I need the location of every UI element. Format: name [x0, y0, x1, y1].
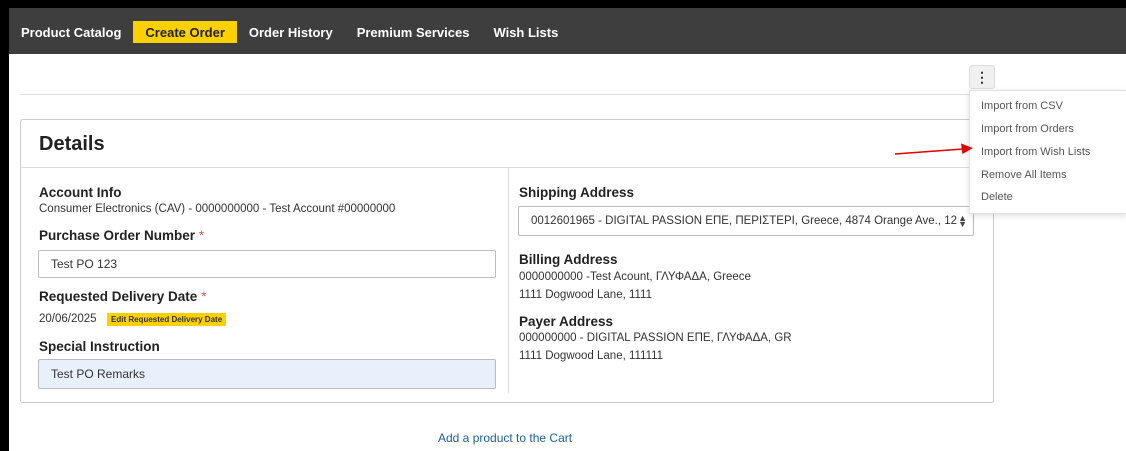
- edit-delivery-date-button[interactable]: Edit Requested Delivery Date: [107, 313, 227, 326]
- nav-order-history[interactable]: Order History: [237, 21, 345, 43]
- details-card: Details Account Info Consumer Electronic…: [20, 119, 994, 403]
- payer-address-label: Payer Address: [519, 314, 614, 329]
- top-border: [0, 0, 1126, 8]
- menu-import-orders[interactable]: Import from Orders: [981, 123, 1074, 135]
- delivery-date-label-text: Requested Delivery Date: [39, 289, 198, 304]
- shipping-address-label: Shipping Address: [519, 185, 635, 200]
- delivery-date-label: Requested Delivery Date *: [39, 289, 206, 304]
- required-mark: *: [198, 228, 205, 243]
- payer-address-line2: 1111 Dogwood Lane, 111111: [519, 350, 664, 362]
- nav-wish-lists[interactable]: Wish Lists: [481, 21, 570, 43]
- billing-address-label: Billing Address: [519, 252, 618, 267]
- account-info-value: Consumer Electronics (CAV) - 0000000000 …: [39, 203, 396, 215]
- nav-product-catalog[interactable]: Product Catalog: [9, 21, 133, 43]
- more-options-icon[interactable]: ⋮: [969, 65, 995, 89]
- required-mark: *: [201, 289, 207, 304]
- shipping-address-select[interactable]: 0012601965 - DIGITAL PASSION ΕΠΕ, ΠΕΡΙΣΤ…: [518, 206, 974, 236]
- payer-address-line1: 000000000 - DIGITAL PASSION ΕΠΕ, ΓΛΥΦΑΔΑ…: [519, 332, 792, 344]
- left-border: [0, 8, 9, 451]
- details-title: Details: [39, 133, 105, 155]
- menu-delete[interactable]: Delete: [981, 191, 1013, 203]
- menu-import-wish-lists[interactable]: Import from Wish Lists: [981, 146, 1090, 158]
- red-arrow-annotation: [894, 143, 973, 155]
- account-info-label: Account Info: [39, 185, 122, 200]
- shipping-address-value: 0012601965 - DIGITAL PASSION ΕΠΕ, ΠΕΡΙΣΤ…: [531, 215, 958, 227]
- main-nav: Product Catalog Create Order Order Histo…: [9, 8, 1126, 54]
- po-number-label: Purchase Order Number *: [39, 228, 204, 243]
- billing-address-line1: 0000000000 -Test Acount, ΓΛΥΦΑΔΑ, Greece: [519, 271, 751, 283]
- po-number-label-text: Purchase Order Number: [39, 228, 196, 243]
- special-instruction-input[interactable]: Test PO Remarks: [38, 359, 496, 389]
- divider: [20, 94, 990, 95]
- special-instruction-label: Special Instruction: [39, 339, 160, 354]
- po-number-input[interactable]: Test PO 123: [38, 250, 496, 278]
- more-options-menu: Import from CSV Import from Orders Impor…: [969, 90, 1126, 214]
- column-divider: [508, 168, 509, 393]
- card-divider: [21, 167, 993, 168]
- delivery-date-value: 20/06/2025: [39, 313, 97, 325]
- menu-remove-all-items[interactable]: Remove All Items: [981, 169, 1067, 181]
- nav-create-order[interactable]: Create Order: [133, 21, 237, 43]
- menu-import-csv[interactable]: Import from CSV: [981, 100, 1063, 112]
- billing-address-line2: 1111 Dogwood Lane, 1111: [519, 289, 652, 301]
- select-arrows-icon: ▲ ▼: [958, 213, 967, 229]
- nav-premium-services[interactable]: Premium Services: [345, 21, 482, 43]
- add-product-link[interactable]: Add a product to the Cart: [438, 431, 572, 445]
